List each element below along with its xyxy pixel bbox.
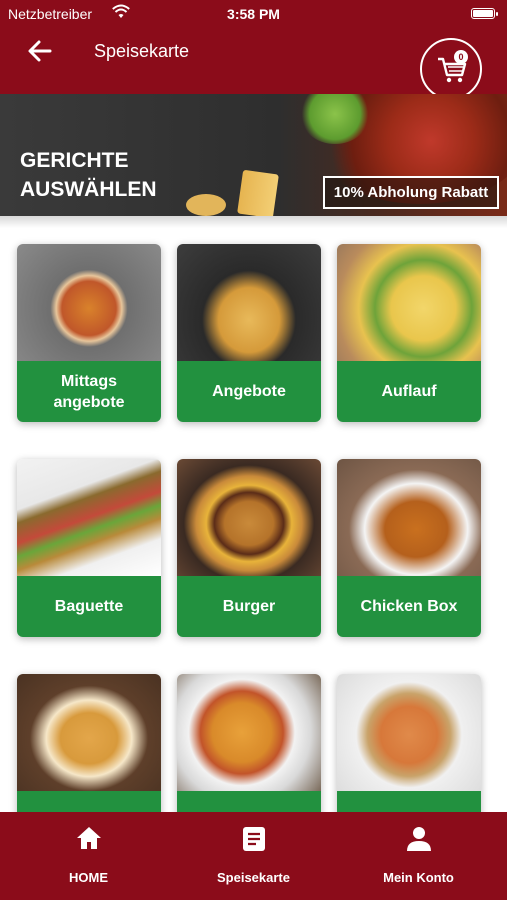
category-image-casserole — [337, 244, 481, 361]
category-image-spaghetti — [177, 674, 321, 791]
nav-mein-konto[interactable]: Mein Konto — [334, 812, 503, 900]
category-label: Burger — [177, 576, 321, 637]
category-image-seafood-pizza — [337, 674, 481, 791]
category-image-burger — [177, 459, 321, 576]
page-title: Speisekarte — [94, 41, 190, 61]
category-label — [17, 791, 161, 812]
category-card-nuggets[interactable] — [17, 674, 161, 812]
category-image-nuggets — [17, 674, 161, 791]
cart-button[interactable] — [420, 38, 482, 100]
category-label: Baguette — [17, 576, 161, 637]
category-image-pizza — [17, 244, 161, 361]
category-label — [337, 791, 481, 812]
banner-fries-image — [237, 169, 279, 216]
category-card-burger[interactable]: Burger — [177, 459, 321, 637]
banner-shadow — [0, 216, 507, 228]
nav-home-label: HOME — [69, 870, 108, 885]
arrow-left-icon — [28, 40, 52, 62]
status-bar: Netzbetreiber 3:58 PM — [0, 4, 507, 24]
status-time: 3:58 PM — [227, 6, 280, 22]
bottom-navigation: HOME Speisekarte Mein Konto — [0, 812, 507, 900]
nav-speisekarte[interactable]: Speisekarte — [169, 812, 338, 900]
cart-count-badge: 0 — [454, 50, 468, 64]
category-label: Mittags angebote — [17, 361, 161, 422]
category-label — [177, 791, 321, 812]
category-card-baguette[interactable]: Baguette — [17, 459, 161, 637]
menu-icon — [242, 827, 265, 851]
category-card-chicken-box[interactable]: Chicken Box — [337, 459, 481, 637]
category-grid: Mittags angebote Angebote Auflauf Baguet… — [0, 228, 507, 812]
banner-title: GERICHTE AUSWÄHLEN — [20, 149, 157, 201]
user-icon — [406, 827, 431, 851]
category-card-mittags-angebote[interactable]: Mittags angebote — [17, 244, 161, 422]
category-card-auflauf[interactable]: Auflauf — [337, 244, 481, 422]
category-label: Auflauf — [337, 361, 481, 422]
home-icon — [76, 827, 101, 849]
category-card-pasta[interactable] — [177, 674, 321, 812]
category-image-baguette — [17, 459, 161, 576]
battery-icon — [471, 8, 498, 19]
category-label: Chicken Box — [337, 576, 481, 637]
nav-mein-konto-label: Mein Konto — [383, 870, 454, 885]
category-card-angebote[interactable]: Angebote — [177, 244, 321, 422]
nav-home[interactable]: HOME — [4, 812, 173, 900]
category-label: Angebote — [177, 361, 321, 422]
nav-speisekarte-label: Speisekarte — [217, 870, 290, 885]
discount-badge: 10% Abholung Rabatt — [323, 176, 499, 209]
category-image-nuggets-fries — [177, 244, 321, 361]
category-image-fried-chicken — [337, 459, 481, 576]
back-button[interactable] — [24, 36, 56, 66]
category-card-pizza[interactable] — [337, 674, 481, 812]
